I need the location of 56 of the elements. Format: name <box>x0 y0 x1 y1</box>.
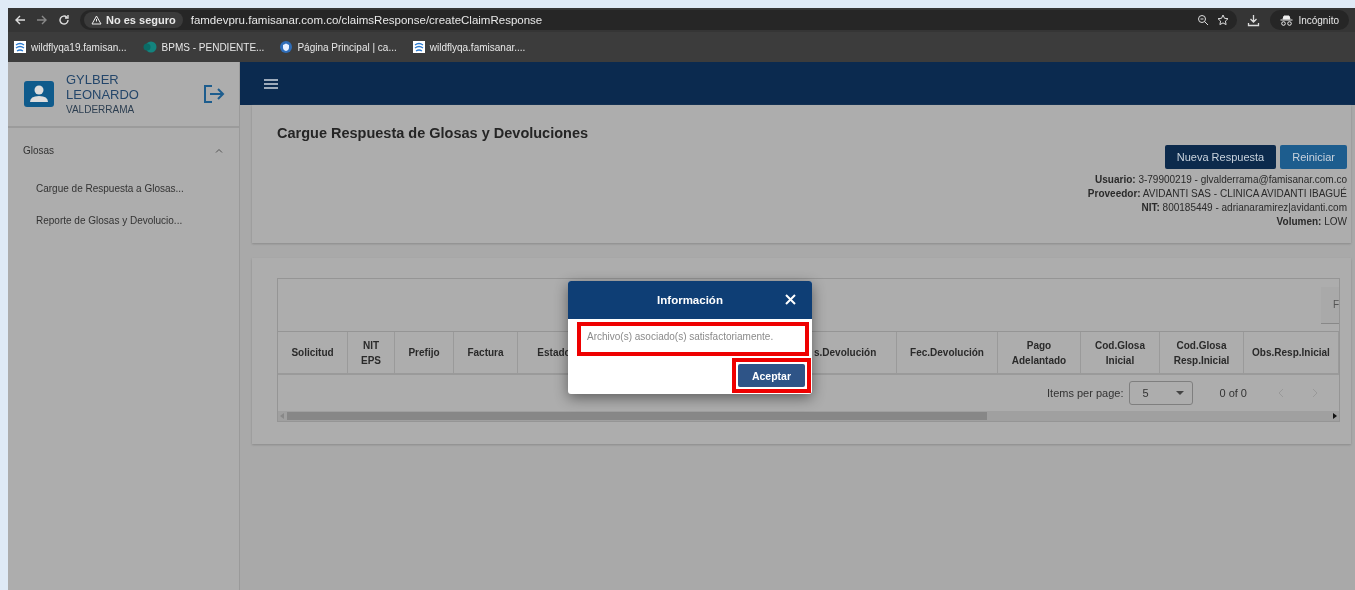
column-header: Fec.Devolución <box>910 346 984 360</box>
column-header: Factura <box>467 346 504 360</box>
menu-item[interactable]: Cargue de Respuesta a Glosas... <box>8 172 239 204</box>
column-header: Prefijo <box>408 346 440 360</box>
reload-icon[interactable] <box>58 14 70 26</box>
reset-button[interactable]: Reiniciar <box>1280 145 1347 169</box>
star-icon[interactable] <box>1217 14 1230 26</box>
info-line: Usuario: 3-79900219 - glvalderrama@famisanar.com.co <box>1095 173 1347 187</box>
forward-icon[interactable] <box>36 14 48 26</box>
bookmark-icon <box>142 41 157 53</box>
column-header: Pago Adelantado <box>1010 338 1068 368</box>
menu-group[interactable]: Glosas <box>8 128 239 172</box>
highlighted-message: Archivo(s) asociado(s) satisfactoriamente. <box>577 322 809 356</box>
bookmark-link[interactable]: BPMS - PENDIENTE... <box>142 41 265 53</box>
column-header: NIT EPS <box>360 338 382 368</box>
close-icon[interactable] <box>785 294 796 305</box>
scroll-right-icon[interactable] <box>1332 413 1337 419</box>
bookmark-link[interactable]: Página Principal | ca... <box>280 41 397 53</box>
bookmark-icon <box>280 41 293 53</box>
incognito-icon <box>1280 14 1294 26</box>
address-bar[interactable]: No es seguro famdevpru.famisanar.com.co/claimsResponse/createClaimResponse <box>80 10 1238 30</box>
back-icon[interactable] <box>14 14 26 26</box>
download-icon[interactable] <box>1247 13 1261 27</box>
column-header: Obs.Resp.Inicial <box>1252 346 1330 360</box>
items-per-page-label: Items per page: <box>1047 387 1124 399</box>
bookmark-link[interactable]: wildflyqa.famisanar.... <box>412 41 526 53</box>
new-response-button[interactable]: Nueva Respuesta <box>1164 145 1277 169</box>
url-text[interactable]: famdevpru.famisanar.com.co/claimsResponse/createClaimResponse <box>190 14 1190 26</box>
user-name: GYLBER <box>66 71 120 87</box>
info-line: Proveedor: AVIDANTI SAS - CLINICA AVIDANTI IBAGUÉ <box>1087 187 1347 201</box>
page-size-select[interactable]: 5 <box>1129 381 1194 405</box>
menu-icon[interactable] <box>264 78 278 89</box>
info-line: NIT: 800185449 - adrianaramirez|avidanti.com <box>1141 201 1347 215</box>
bookmark-link[interactable]: wildflyqa19.famisan... <box>14 41 127 53</box>
bookmark-icon <box>412 41 425 53</box>
bookmark-icon <box>14 41 26 53</box>
scrollbar-thumb[interactable] <box>287 412 987 420</box>
column-header: Cod.Glosa Resp.Inicial <box>1172 338 1231 368</box>
menu-item[interactable]: Reporte de Glosas y Devolucio... <box>8 204 239 236</box>
dialog-title: Información <box>657 294 723 306</box>
info-line: Volumen: LOW <box>1276 215 1347 229</box>
warning-icon <box>91 15 102 25</box>
page-title: Cargue Respuesta de Glosas y Devoluciones <box>277 125 590 141</box>
page-range: 0 of 0 <box>1219 387 1247 399</box>
user-avatar-icon <box>24 81 54 107</box>
dropdown-arrow-icon <box>1176 391 1185 395</box>
zoom-out-icon[interactable] <box>1197 14 1210 26</box>
user-name: VALDERRAMA <box>66 102 136 117</box>
column-header: Cod.Glosa Inicial <box>1094 338 1146 368</box>
column-header: Solicitud <box>291 346 334 360</box>
incognito-button[interactable]: Incógnito <box>1270 10 1349 30</box>
user-name: LEONARDO <box>66 86 140 102</box>
accept-button[interactable]: Aceptar <box>737 364 805 387</box>
security-chip[interactable]: No es seguro <box>84 12 183 28</box>
logout-icon[interactable] <box>203 84 225 104</box>
column-header: s.Devolución <box>814 346 877 360</box>
